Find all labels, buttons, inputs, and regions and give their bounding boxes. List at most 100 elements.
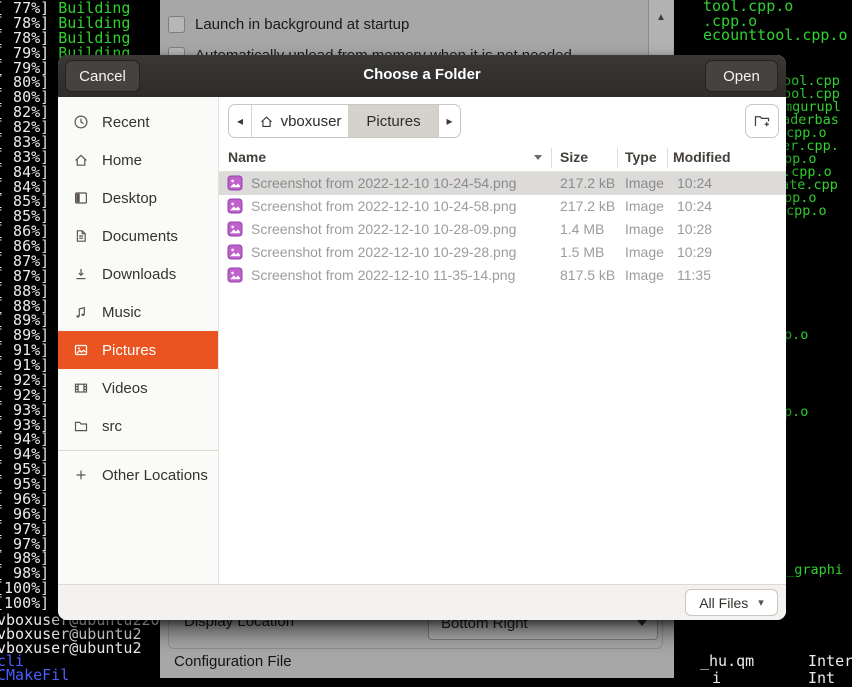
terminal-line: Int (808, 669, 836, 687)
image-file-icon (227, 267, 243, 283)
file-chooser-dialog: Cancel Choose a Folder Open Recent Home De… (58, 55, 786, 620)
file-list-pane: ◂ vboxuser Pictures ▸ Name Size Type Mod… (219, 97, 786, 585)
plus-icon (73, 467, 89, 483)
terminal-line: ecounttool.cpp.o (703, 26, 848, 45)
document-icon (73, 228, 89, 244)
sort-descending-icon (534, 155, 542, 160)
launch-background-label: Launch in background at startup (195, 16, 410, 33)
sidebar-item-src[interactable]: src (58, 407, 218, 445)
file-type: Image (625, 175, 664, 191)
file-type: Image (625, 221, 664, 237)
launch-background-checkbox[interactable] (168, 16, 185, 33)
column-header-type[interactable]: Type (625, 149, 657, 165)
file-modified: 10:28 (677, 221, 713, 237)
sidebar-item-downloads[interactable]: Downloads (58, 255, 218, 293)
sidebar-item-label: Downloads (102, 265, 177, 283)
file-modified: 10:29 (677, 244, 713, 260)
sidebar-item-label: Documents (102, 227, 178, 245)
column-separator (617, 148, 618, 168)
sidebar-item-label: Videos (102, 379, 148, 397)
sidebar-item-label: Music (102, 303, 142, 321)
file-size: 1.4 MB (560, 221, 605, 237)
terminal-right-output-top: tool.cpp.o .cpp.o ecounttool.cpp.o (703, 0, 848, 43)
sidebar-item-music[interactable]: Music (58, 293, 218, 331)
sidebar-item-desktop[interactable]: Desktop (58, 179, 218, 217)
chevron-left-icon: ◂ (236, 114, 244, 128)
terminal-line: Inter (808, 652, 852, 670)
terminal-line: p.o (784, 404, 809, 420)
music-icon (73, 304, 89, 320)
home-icon (259, 114, 274, 129)
sidebar-divider (58, 450, 218, 451)
sidebar-item-label: src (102, 417, 122, 435)
sidebar-item-pictures[interactable]: Pictures (58, 331, 218, 369)
path-segment-current[interactable]: Pictures (349, 105, 439, 137)
file-size: 1.5 MB (560, 244, 605, 260)
sidebar-item-videos[interactable]: Videos (58, 369, 218, 407)
file-type: Image (625, 244, 664, 260)
image-file-icon (227, 175, 243, 191)
column-header-size[interactable]: Size (560, 149, 588, 165)
file-name: Screenshot from 2022-12-10 10-24-54.png (251, 175, 517, 191)
folder-icon (73, 418, 89, 434)
configuration-file-heading: Configuration File (174, 653, 292, 670)
file-modified: 10:24 (677, 175, 713, 191)
image-icon (73, 342, 89, 358)
sidebar-item-documents[interactable]: Documents (58, 217, 218, 255)
clock-icon (73, 114, 89, 130)
sidebar-item-recent[interactable]: Recent (58, 103, 218, 141)
download-icon (73, 266, 89, 282)
table-row[interactable]: Screenshot from 2022-12-10 10-24-54.png 2… (219, 172, 786, 195)
path-segment-label: vboxuser (280, 112, 342, 130)
file-size: 217.2 kB (560, 175, 616, 191)
terminal-line: p.o (784, 327, 809, 343)
new-folder-button[interactable] (745, 104, 779, 138)
path-segment-label: Pictures (366, 112, 421, 130)
sidebar-list: Recent Home Desktop Documents Downloads Music… (58, 103, 218, 445)
build-percent: [100%] (0, 594, 50, 612)
sidebar-item-other-locations[interactable]: Other Locations (58, 456, 218, 494)
home-icon (73, 152, 89, 168)
file-list: Screenshot from 2022-12-10 10-24-54.png 2… (219, 172, 786, 287)
table-row[interactable]: Screenshot from 2022-12-10 11-35-14.png 8… (219, 264, 786, 287)
file-name: Screenshot from 2022-12-10 10-24-58.png (251, 198, 517, 214)
column-header-name[interactable]: Name (228, 149, 266, 165)
path-forward-button[interactable]: ▸ (439, 105, 460, 137)
column-header-modified[interactable]: Modified (673, 149, 731, 165)
terminal-line: CMakeFil (0, 666, 70, 685)
sidebar-item-label: Recent (102, 113, 150, 131)
dialog-header: Cancel Choose a Folder Open (58, 55, 786, 98)
scroll-up-icon[interactable]: ▲ (651, 12, 671, 23)
table-row[interactable]: Screenshot from 2022-12-10 10-29-28.png 1… (219, 241, 786, 264)
sidebar-item-label: Desktop (102, 189, 158, 207)
terminal-line: cpp.o (786, 203, 827, 219)
column-separator (667, 148, 668, 168)
table-row[interactable]: Screenshot from 2022-12-10 10-28-09.png 1… (219, 218, 786, 241)
sidebar: Recent Home Desktop Documents Downloads Music… (58, 97, 219, 585)
sidebar-item-label: Pictures (102, 341, 157, 359)
column-header-row: Name Size Type Modified (219, 145, 786, 172)
breadcrumb: ◂ vboxuser Pictures ▸ (228, 104, 461, 138)
chevron-down-icon (637, 620, 647, 626)
file-size: 217.2 kB (560, 198, 616, 214)
file-name: Screenshot from 2022-12-10 11-35-14.png (251, 267, 516, 283)
terminal-prompt-lines: vboxuser@ubuntu2204 vboxuser@ubuntu2 vboxu… (0, 613, 169, 685)
file-type: Image (625, 267, 664, 283)
file-filter-dropdown[interactable]: All Files ▾ (685, 589, 778, 616)
table-row[interactable]: Screenshot from 2022-12-10 10-24-58.png 2… (219, 195, 786, 218)
terminal-line: _hu.qm (700, 652, 755, 670)
image-file-icon (227, 221, 243, 237)
open-button[interactable]: Open (705, 60, 778, 92)
desktop-icon (73, 190, 89, 206)
path-back-button[interactable]: ◂ (229, 105, 252, 137)
launch-background-row: Launch in background at startup (168, 16, 409, 33)
image-file-icon (227, 244, 243, 260)
chevron-right-icon: ▸ (446, 114, 453, 128)
file-filter-label: All Files (699, 594, 749, 611)
column-separator (551, 148, 552, 168)
file-name: Screenshot from 2022-12-10 10-29-28.png (251, 244, 517, 260)
sidebar-item-label: Other Locations (102, 466, 208, 484)
path-segment-home[interactable]: vboxuser (252, 105, 349, 137)
sidebar-item-label: Home (102, 151, 143, 169)
sidebar-item-home[interactable]: Home (58, 141, 218, 179)
